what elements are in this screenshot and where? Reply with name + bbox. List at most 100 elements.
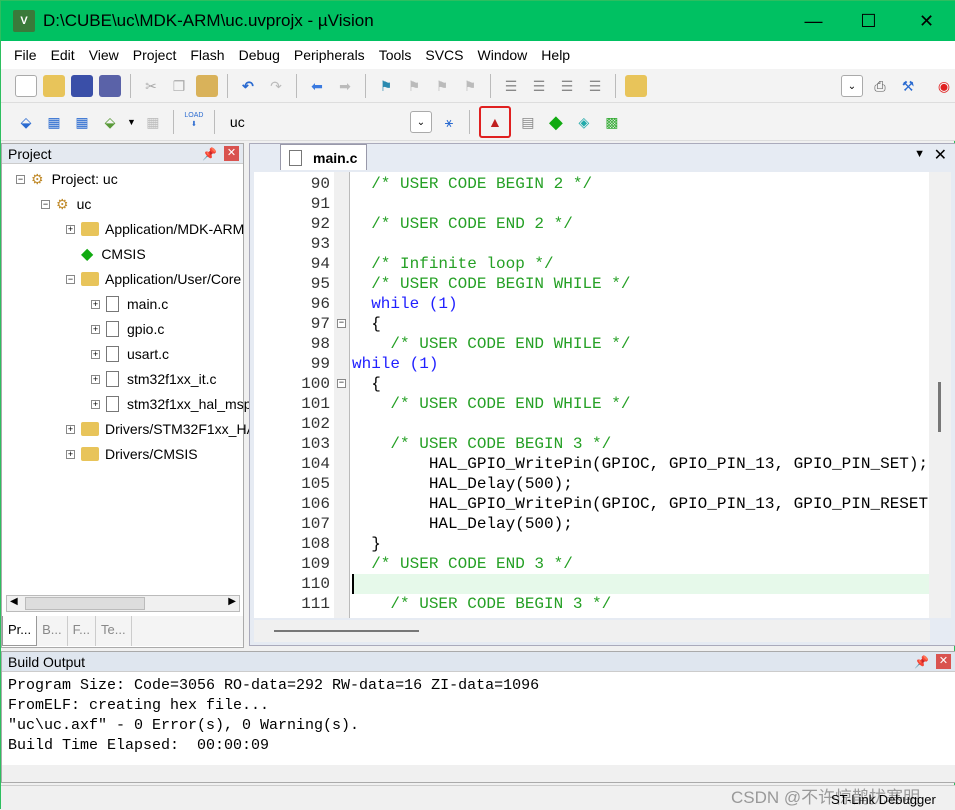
expand-toggle-icon[interactable]: − <box>41 199 50 209</box>
stop-build-icon[interactable]: ▦ <box>142 111 164 133</box>
code-editor[interactable]: 90 /* USER CODE BEGIN 2 */ 91 92 /* USER C… <box>254 172 930 618</box>
flash-red-icon[interactable]: ◉ <box>933 75 955 97</box>
tree-item[interactable]: + Application/MDK-ARM <box>66 218 244 240</box>
expand-toggle-icon[interactable]: + <box>91 349 100 359</box>
tree-item[interactable]: − Application/User/Core <box>66 268 241 290</box>
batch-build-icon[interactable]: ⬙ <box>99 111 121 133</box>
manage-components-icon[interactable]: ◆ <box>545 111 567 133</box>
menu-view[interactable]: View <box>82 47 126 63</box>
menu-flash[interactable]: Flash <box>183 47 231 63</box>
undo-icon[interactable]: ↶ <box>237 75 259 97</box>
target-options-icon[interactable]: ⚹ <box>438 111 460 133</box>
menu-svcs[interactable]: SVCS <box>418 47 470 63</box>
expand-toggle-icon[interactable]: + <box>91 374 100 384</box>
fold-toggle-icon[interactable]: − <box>337 319 346 328</box>
menu-file[interactable]: File <box>7 47 44 63</box>
tree-item[interactable]: + gpio.c <box>91 318 164 340</box>
manage-project-items-icon[interactable]: ▲ <box>478 105 511 138</box>
close-panel-icon[interactable]: ✕ <box>224 146 239 161</box>
tree-item[interactable]: ◆ CMSIS <box>81 243 146 265</box>
pin-icon[interactable]: 📌 <box>914 652 929 672</box>
find-in-files-icon[interactable] <box>625 74 647 97</box>
menu-debug[interactable]: Debug <box>232 47 287 63</box>
expand-toggle-icon[interactable]: + <box>91 299 100 309</box>
tab-main-c[interactable]: main.c <box>280 144 367 170</box>
menu-tools[interactable]: Tools <box>372 47 419 63</box>
minimize-button[interactable]: — <box>786 1 841 41</box>
tree-item[interactable]: + usart.c <box>91 343 169 365</box>
next-bookmark-icon[interactable]: ⚑ <box>431 75 453 97</box>
select-pack-icon[interactable]: ◈ <box>573 111 595 133</box>
tree-item[interactable]: + stm32f1xx_hal_msp.c <box>91 393 262 415</box>
line-number: 99 <box>310 355 330 373</box>
close-panel-icon[interactable]: ✕ <box>936 654 951 669</box>
copy-icon[interactable]: ❐ <box>168 75 190 97</box>
batch-dropdown-icon[interactable]: ▼ <box>127 117 136 127</box>
expand-toggle-icon[interactable]: + <box>66 424 75 434</box>
nav-forward-icon[interactable]: ➡ <box>334 75 356 97</box>
expand-toggle-icon[interactable]: + <box>91 324 100 334</box>
pack-installer-icon[interactable]: ▩ <box>601 111 623 133</box>
comment-icon[interactable]: ☰ <box>556 75 578 97</box>
tree-item[interactable]: − ⚙ Project: uc <box>16 168 118 190</box>
menu-help[interactable]: Help <box>534 47 577 63</box>
tree-item[interactable]: + stm32f1xx_it.c <box>91 368 216 390</box>
cut-icon[interactable]: ✂ <box>140 75 162 97</box>
save-all-icon[interactable] <box>99 74 121 97</box>
bookmark-icon[interactable]: ⚑ <box>375 75 397 97</box>
maximize-button[interactable]: ☐ <box>841 1 896 41</box>
panel-tab-project[interactable]: Pr... <box>2 616 38 646</box>
expand-toggle-icon[interactable]: + <box>91 399 100 409</box>
save-icon[interactable] <box>71 74 93 97</box>
build-icon[interactable]: ▦ <box>43 111 65 133</box>
config-icon[interactable]: ⚒ <box>897 75 919 97</box>
fold-toggle-icon[interactable]: − <box>337 379 346 388</box>
search-dropdown-icon[interactable]: ⌄ <box>841 74 863 97</box>
build-output-scrollbar[interactable] <box>2 765 955 782</box>
code-line: /* USER CODE END 2 */ <box>352 215 573 233</box>
load-download-icon[interactable]: LOAD ⬇ <box>183 111 205 133</box>
uncomment-icon[interactable]: ☰ <box>584 75 606 97</box>
debug-icon[interactable]: ⎙ <box>869 75 891 97</box>
close-button[interactable]: ✕ <box>899 1 954 41</box>
panel-tab-functions[interactable]: F... <box>68 616 96 646</box>
expand-toggle-icon[interactable]: − <box>66 274 75 284</box>
menu-peripherals[interactable]: Peripherals <box>287 47 372 63</box>
expand-toggle-icon[interactable]: − <box>16 174 25 184</box>
tree-item[interactable]: + Drivers/CMSIS <box>66 443 198 465</box>
paste-icon[interactable] <box>196 74 218 97</box>
vertical-scrollbar[interactable] <box>929 172 951 618</box>
status-bar: CSDN @不许惊鹊扰寒明 ST-Link Debugger <box>1 785 955 810</box>
tab-list-dropdown-icon[interactable]: ▼ <box>914 148 925 160</box>
translate-icon[interactable]: ⬙ <box>15 111 37 133</box>
pin-icon[interactable]: 📌 <box>202 144 217 164</box>
manage-books-icon[interactable]: ▤ <box>517 111 539 133</box>
menu-project[interactable]: Project <box>126 47 184 63</box>
unindent-icon[interactable]: ☰ <box>528 75 550 97</box>
open-folder-icon[interactable] <box>43 74 65 97</box>
panel-tab-books[interactable]: B... <box>37 616 68 646</box>
close-tab-icon[interactable]: ✕ <box>934 145 947 165</box>
target-select[interactable]: uc <box>224 114 404 130</box>
menu-window[interactable]: Window <box>471 47 535 63</box>
line-number: 108 <box>301 535 330 553</box>
tree-item-label: stm32f1xx_hal_msp.c <box>127 396 263 412</box>
tree-item[interactable]: − ⚙ uc <box>41 193 91 215</box>
rebuild-icon[interactable]: ▦ <box>71 111 93 133</box>
code-line: /* USER CODE END 3 */ <box>352 555 573 573</box>
new-file-icon[interactable] <box>15 74 37 97</box>
code-line: /* USER CODE END WHILE */ <box>352 335 631 353</box>
menu-edit[interactable]: Edit <box>44 47 82 63</box>
nav-back-icon[interactable]: ⬅ <box>306 75 328 97</box>
expand-toggle-icon[interactable]: + <box>66 449 75 459</box>
clear-bookmarks-icon[interactable]: ⚑ <box>459 75 481 97</box>
redo-icon[interactable]: ↷ <box>265 75 287 97</box>
prev-bookmark-icon[interactable]: ⚑ <box>403 75 425 97</box>
indent-icon[interactable]: ☰ <box>500 75 522 97</box>
expand-toggle-icon[interactable]: + <box>66 224 75 234</box>
target-dropdown-icon[interactable]: ⌄ <box>409 110 432 133</box>
panel-tab-templates[interactable]: Te... <box>96 616 132 646</box>
horizontal-scrollbar[interactable]: ◀ ▶ <box>6 595 240 612</box>
tree-item[interactable]: + main.c <box>91 293 168 315</box>
editor-horizontal-scrollbar[interactable] <box>254 620 930 642</box>
